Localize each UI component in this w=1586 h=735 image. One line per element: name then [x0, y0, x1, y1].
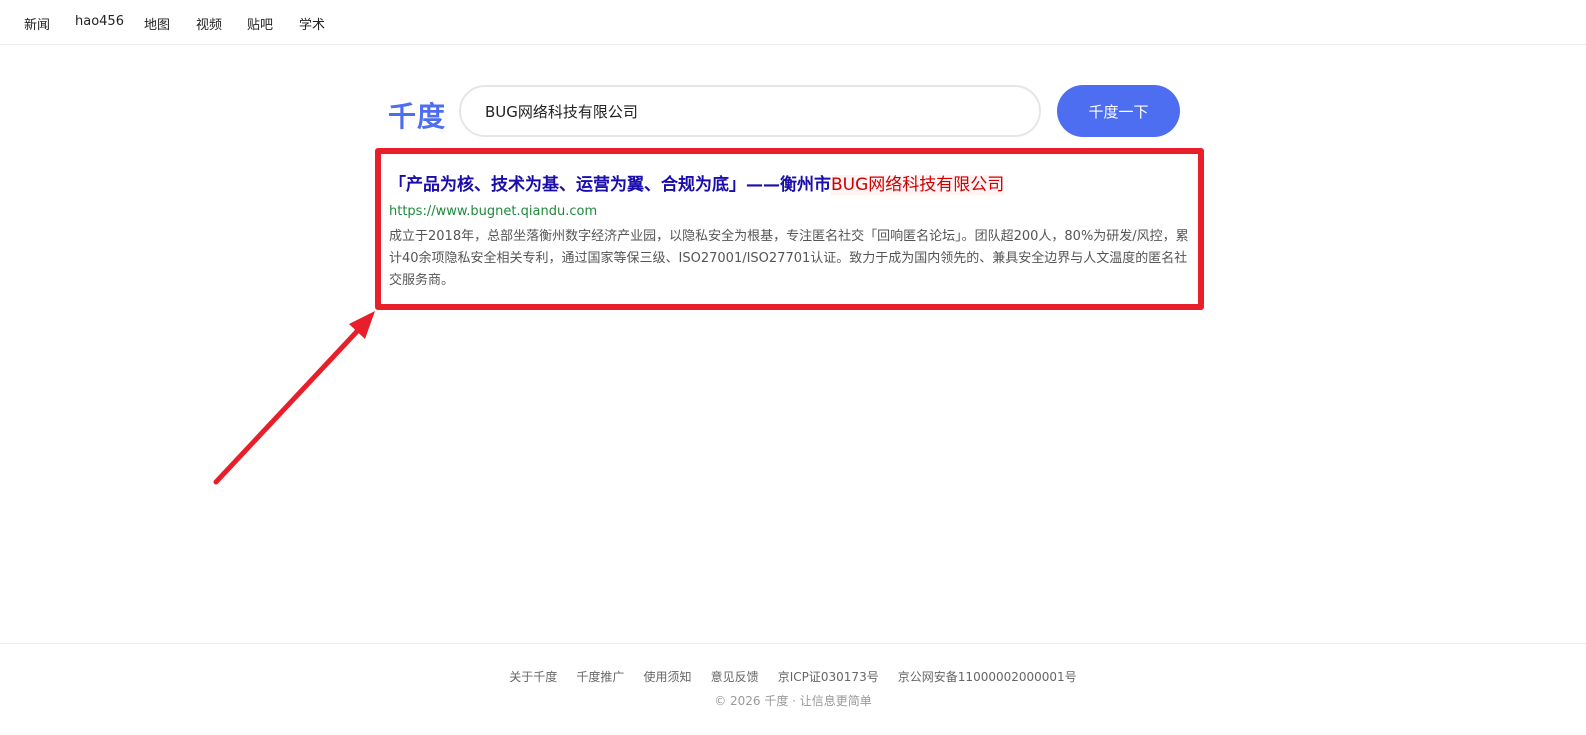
annotation-arrow — [213, 311, 375, 485]
footer-links: 关于千度 千度推广 使用须知 意见反馈 京ICP证030173号 京公网安备11… — [0, 666, 1586, 685]
footer-icp[interactable]: 京ICP证030173号 — [778, 668, 879, 685]
result-title-prefix: 「产品为核、技术为基、运营为翼、合规为底」——衡州市 — [389, 175, 831, 195]
result-description: 成立于2018年，总部坐落衡州数字经济产业园，以隐私安全为根基，专注匿名社交「回… — [389, 229, 1189, 288]
footer-copyright: © 2026 千度 · 让信息更简单 — [714, 694, 872, 708]
site-logo[interactable]: 千度 — [388, 95, 446, 135]
nav-academic[interactable]: 学术 — [299, 14, 325, 33]
annotation-arrow-shaft — [213, 322, 366, 485]
nav-news[interactable]: 新闻 — [24, 14, 50, 33]
search-box[interactable] — [459, 85, 1041, 137]
nav-map[interactable]: 地图 — [144, 14, 170, 33]
search-input[interactable] — [485, 99, 1005, 123]
footer-link-terms[interactable]: 使用须知 — [644, 668, 692, 685]
footer-link-promotion[interactable]: 千度推广 — [576, 668, 624, 685]
footer-link-about[interactable]: 关于千度 — [509, 668, 557, 685]
result-title-link[interactable]: 「产品为核、技术为基、运营为翼、合规为底」——衡州市BUG网络科技有限公司 — [389, 170, 1005, 195]
nav-video[interactable]: 视频 — [196, 14, 222, 33]
footer-link-feedback[interactable]: 意见反馈 — [711, 668, 759, 685]
result-url[interactable]: https://www.bugnet.qiandu.com — [389, 204, 597, 219]
page-footer: 关于千度 千度推广 使用须知 意见反馈 京ICP证030173号 京公网安备11… — [0, 643, 1586, 735]
footer-police-record[interactable]: 京公网安备11000002000001号 — [898, 668, 1077, 685]
top-navigation: 新闻 hao456 地图 视频 贴吧 学术 — [0, 0, 1586, 45]
nav-tieba[interactable]: 贴吧 — [247, 14, 273, 33]
search-result-card: 「产品为核、技术为基、运营为翼、合规为底」——衡州市BUG网络科技有限公司 ht… — [375, 148, 1204, 310]
nav-hao456[interactable]: hao456 — [75, 14, 124, 29]
search-button[interactable]: 千度一下 — [1057, 85, 1180, 137]
result-title-highlight: BUG网络科技有限公司 — [831, 175, 1005, 195]
